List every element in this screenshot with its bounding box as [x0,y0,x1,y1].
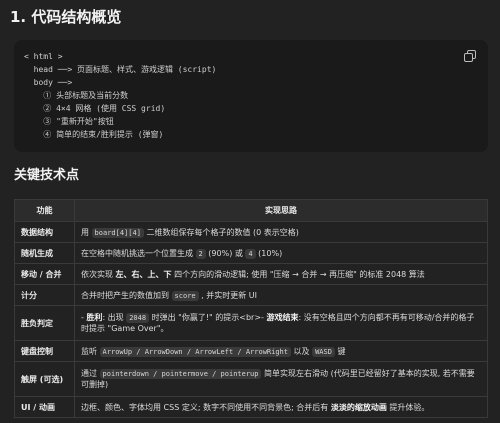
feature-cell: 计分 [14,284,75,306]
inline-code: score [171,290,199,301]
text-fragment: 通过 [81,369,100,378]
inline-code: ArrowUp / ArrowDown / ArrowLeft / ArrowR… [99,346,291,357]
feature-cell: 数据结构 [14,221,75,243]
inline-code: board[4][4] [91,227,144,238]
table-row: 胜负判定 - 胜利: 出现 2048 时弹出 "你赢了!" 的提示<br>- 游… [14,305,488,341]
code-line: ① 头部标题及当前分数 [24,91,129,100]
table-header-row: 功能 实现思路 [14,199,488,222]
description-cell: 合并时把产生的数值加到 score , 并实时更新 UI [74,284,488,306]
text-fragment: 时弹出 "你赢了!" 的提示<br>- [149,313,267,322]
text-fragment: (10%) [255,248,283,258]
table-row: 随机生成 在空格中随机挑选一个位置生成 2 (90%) 或 4 (10%) [14,242,488,264]
description-cell: 通过 pointerdown / pointermove / pointerup… [74,361,488,397]
feature-cell: 随机生成 [14,242,75,264]
section-heading: 关键技术点 [14,168,80,183]
description-cell: 依次实现 左、右、上、下 四个方向的滑动逻辑; 使用 "压缩 → 合并 → 再压… [74,263,488,285]
text-fragment: : 出现 [102,313,127,322]
column-header-approach: 实现思路 [74,199,488,222]
inline-code: 4 [245,248,256,259]
description-cell: 监听 ArrowUp / ArrowDown / ArrowLeft / Arr… [74,340,488,362]
table-row: 数据结构 用 board[4][4] 二维数组保存每个格子的数值 (0 表示空格… [14,221,488,243]
feature-cell: 胜负判定 [14,305,75,341]
feature-cell: 移动 / 合并 [14,263,75,285]
bold-text: 游戏结束 [266,313,299,322]
description-cell: 边框、颜色、字体均用 CSS 定义; 数字不同使用不同背景色; 合并后有 淡淡的… [74,396,488,418]
text-fragment: 二维数组保存每个格子的数值 (0 表示空格) [143,227,299,237]
text-fragment: , 并实时更新 UI [198,290,258,300]
table-row: 键盘控制 监听 ArrowUp / ArrowDown / ArrowLeft … [14,340,488,362]
column-header-feature: 功能 [14,199,75,222]
text-fragment: 以及 [290,346,313,356]
description-cell: 在空格中随机挑选一个位置生成 2 (90%) 或 4 (10%) [74,242,488,264]
tech-table: 功能 实现思路 数据结构 用 board[4][4] 二维数组保存每个格子的数值… [14,199,488,418]
text-fragment: 监听 [81,346,100,356]
bold-text: 胜利 [86,313,103,322]
text-fragment: (90%) 或 [205,248,246,258]
copy-icon[interactable] [464,50,476,62]
bold-text: 淡淡的缩放动画 [330,402,387,412]
table-row: 触屏 (可选) 通过 pointerdown / pointermove / p… [14,361,488,397]
inline-code: WASD [312,346,335,357]
feature-cell: 键盘控制 [14,340,75,362]
text-fragment: 边框、颜色、字体均用 CSS 定义; 数字不同使用不同背景色; 合并后有 [81,402,331,412]
description-cell: - 胜利: 出现 2048 时弹出 "你赢了!" 的提示<br>- 游戏结束: … [74,305,488,341]
bold-text: 左、右、上、下 [115,269,172,279]
text-fragment: 合并时把产生的数值加到 [81,290,172,300]
feature-cell: UI / 动画 [14,396,75,418]
text-fragment: 依次实现 [81,269,116,279]
text-fragment: 四个方向的滑动逻辑; 使用 "压缩 → 合并 → 再压缩" 的标准 2048 算… [171,269,425,279]
feature-cell: 触屏 (可选) [14,361,75,397]
text-fragment: 用 [81,227,92,237]
inline-code: 2048 [126,313,150,323]
code-line: body ──> [24,78,73,87]
code-line: ③ "重新开始"按钮 [24,117,114,126]
text-fragment: 提升体验。 [386,402,430,412]
text-fragment: 键 [334,346,346,356]
text-fragment: 在空格中随机挑选一个位置生成 [81,248,196,258]
page-title: 1. 代码结构概览 [10,8,122,26]
code-line: ④ 简单的结束/胜利提示 (弹窗) [24,130,164,139]
code-line: head ──> 页面标题、样式、游戏逻辑 (script) [24,65,217,74]
table-row: 计分 合并时把产生的数值加到 score , 并实时更新 UI [14,284,488,306]
table-row: 移动 / 合并 依次实现 左、右、上、下 四个方向的滑动逻辑; 使用 "压缩 →… [14,263,488,285]
code-line: ② 4×4 网格 (使用 CSS grid) [24,104,166,113]
inline-code: 2 [195,248,206,259]
code-block: < html > head ──> 页面标题、样式、游戏逻辑 (script) … [14,40,488,152]
table-row: UI / 动画 边框、颜色、字体均用 CSS 定义; 数字不同使用不同背景色; … [14,396,488,418]
inline-code: pointerdown / pointermove / pointerup [99,369,262,379]
code-line: < html > [24,52,63,61]
description-cell: 用 board[4][4] 二维数组保存每个格子的数值 (0 表示空格) [74,221,488,243]
